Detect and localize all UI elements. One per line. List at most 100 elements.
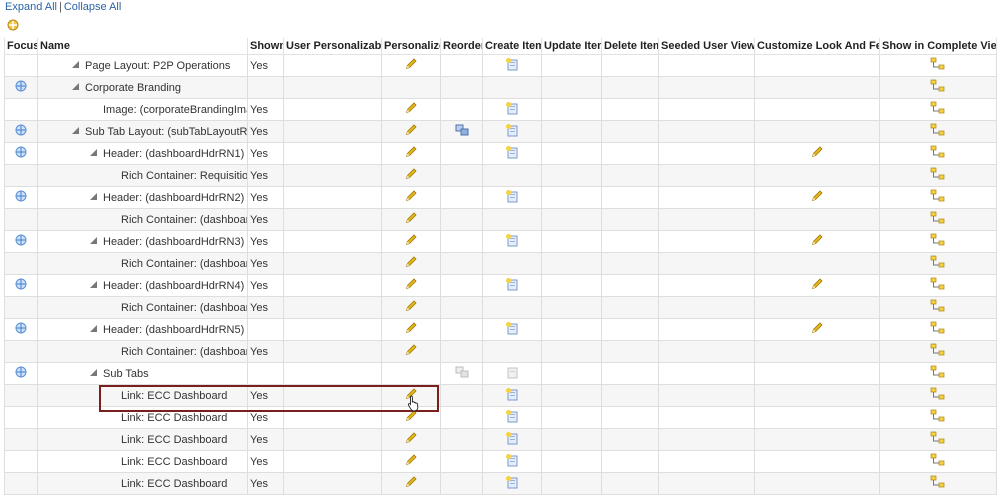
customize-pencil-icon[interactable] [810, 321, 824, 338]
complete-view-icon[interactable] [930, 79, 946, 96]
complete-view-icon[interactable] [930, 475, 946, 492]
node-name: Rich Container: Requisitions [121, 169, 248, 182]
focus-crosshair-icon[interactable] [14, 123, 28, 140]
complete-view-icon[interactable] [930, 255, 946, 272]
complete-view-icon[interactable] [930, 453, 946, 470]
delete-item-cell [601, 76, 659, 99]
focus-crosshair-icon[interactable] [14, 233, 28, 250]
create-item-cell [482, 318, 542, 341]
personalize-pencil-icon[interactable] [404, 167, 418, 184]
personalize-pencil-icon[interactable] [404, 453, 418, 470]
header-row: Focus Name Shown User Personalizable Persona… [4, 38, 997, 55]
user-personalizable-cell [283, 384, 382, 407]
personalize-pencil-icon[interactable] [404, 277, 418, 294]
collapse-triangle-icon[interactable] [90, 325, 97, 333]
delete-item-cell [601, 472, 659, 495]
focus-crosshair-icon[interactable] [14, 365, 28, 382]
seeded-user-views-cell [658, 362, 755, 385]
personalize-cell [381, 120, 441, 143]
expand-all-link[interactable]: Expand All [5, 1, 57, 13]
focus-crosshair-icon[interactable] [14, 189, 28, 206]
complete-view-icon[interactable] [930, 409, 946, 426]
create-item-icon[interactable] [505, 321, 519, 338]
create-item-icon[interactable] [505, 123, 519, 140]
delete-item-cell [601, 230, 659, 253]
personalize-pencil-icon[interactable] [404, 211, 418, 228]
personalize-pencil-icon[interactable] [404, 57, 418, 74]
complete-view-icon[interactable] [930, 101, 946, 118]
customize-pencil-icon[interactable] [810, 145, 824, 162]
complete-view-icon[interactable] [930, 189, 946, 206]
complete-view-icon[interactable] [930, 57, 946, 74]
create-item-icon[interactable] [505, 387, 519, 404]
complete-view-icon[interactable] [930, 387, 946, 404]
customize-pencil-icon[interactable] [810, 189, 824, 206]
user-personalizable-cell [283, 340, 382, 363]
focus-crosshair-icon[interactable] [14, 79, 28, 96]
collapse-triangle-icon[interactable] [90, 369, 97, 377]
create-item-icon[interactable] [505, 409, 519, 426]
reorder-icon [455, 365, 469, 382]
complete-view-icon[interactable] [930, 431, 946, 448]
personalize-pencil-icon[interactable] [404, 431, 418, 448]
personalize-pencil-icon[interactable] [404, 343, 418, 360]
collapse-all-link[interactable]: Collapse All [64, 1, 121, 13]
complete-view-icon[interactable] [930, 211, 946, 228]
focus-crosshair-icon[interactable] [14, 321, 28, 338]
create-item-icon[interactable] [505, 431, 519, 448]
personalize-pencil-icon[interactable] [404, 123, 418, 140]
focus-crosshair-icon[interactable] [14, 145, 28, 162]
create-item-cell [482, 208, 542, 231]
complete-view-icon[interactable] [930, 343, 946, 360]
delete-item-cell [601, 98, 659, 121]
focus-cell [4, 406, 38, 429]
seeded-user-views-cell [658, 54, 755, 77]
complete-view-icon[interactable] [930, 233, 946, 250]
collapse-triangle-icon[interactable] [90, 281, 97, 289]
collapse-triangle-icon[interactable] [90, 193, 97, 201]
complete-view-icon[interactable] [930, 299, 946, 316]
collapse-triangle-icon[interactable] [90, 149, 97, 157]
create-item-icon[interactable] [505, 101, 519, 118]
personalize-pencil-icon[interactable] [404, 255, 418, 272]
complete-view-icon[interactable] [930, 365, 946, 382]
collapse-triangle-icon[interactable] [90, 237, 97, 245]
create-item-icon[interactable] [505, 145, 519, 162]
show-in-complete-view-cell [879, 164, 997, 187]
customize-pencil-icon[interactable] [810, 277, 824, 294]
focus-crosshair-icon[interactable] [14, 277, 28, 294]
show-in-complete-view-cell [879, 76, 997, 99]
focus-cell [4, 186, 38, 209]
create-item-icon[interactable] [505, 277, 519, 294]
personalize-pencil-icon[interactable] [404, 321, 418, 338]
create-item-icon[interactable] [505, 57, 519, 74]
personalize-pencil-icon[interactable] [404, 189, 418, 206]
name-cell: Link: ECC Dashboard [37, 406, 248, 429]
reorder-icon[interactable] [455, 123, 469, 140]
personalize-pencil-icon[interactable] [404, 145, 418, 162]
complete-view-icon[interactable] [930, 167, 946, 184]
collapse-triangle-icon[interactable] [72, 61, 79, 69]
customize-pencil-icon[interactable] [810, 233, 824, 250]
personalize-pencil-icon[interactable] [404, 475, 418, 492]
create-item-cell [482, 164, 542, 187]
collapse-triangle-icon[interactable] [72, 127, 79, 135]
create-item-icon[interactable] [505, 233, 519, 250]
personalize-pencil-icon[interactable] [404, 233, 418, 250]
complete-view-icon[interactable] [930, 321, 946, 338]
table-row: Rich Container: (dashboardRN4)Yes [4, 296, 997, 319]
focus-root-icon[interactable] [6, 18, 20, 32]
complete-view-icon[interactable] [930, 123, 946, 140]
create-item-icon[interactable] [505, 453, 519, 470]
create-item-icon[interactable] [505, 475, 519, 492]
seeded-user-views-cell [658, 76, 755, 99]
create-item-icon[interactable] [505, 189, 519, 206]
personalize-pencil-icon[interactable] [404, 101, 418, 118]
personalize-pencil-icon[interactable] [404, 299, 418, 316]
column-header-personalize: Personalize [381, 38, 441, 55]
complete-view-icon[interactable] [930, 277, 946, 294]
node-name: Corporate Branding [85, 81, 182, 94]
reorder-cell [440, 230, 483, 253]
complete-view-icon[interactable] [930, 145, 946, 162]
collapse-triangle-icon[interactable] [72, 83, 79, 91]
